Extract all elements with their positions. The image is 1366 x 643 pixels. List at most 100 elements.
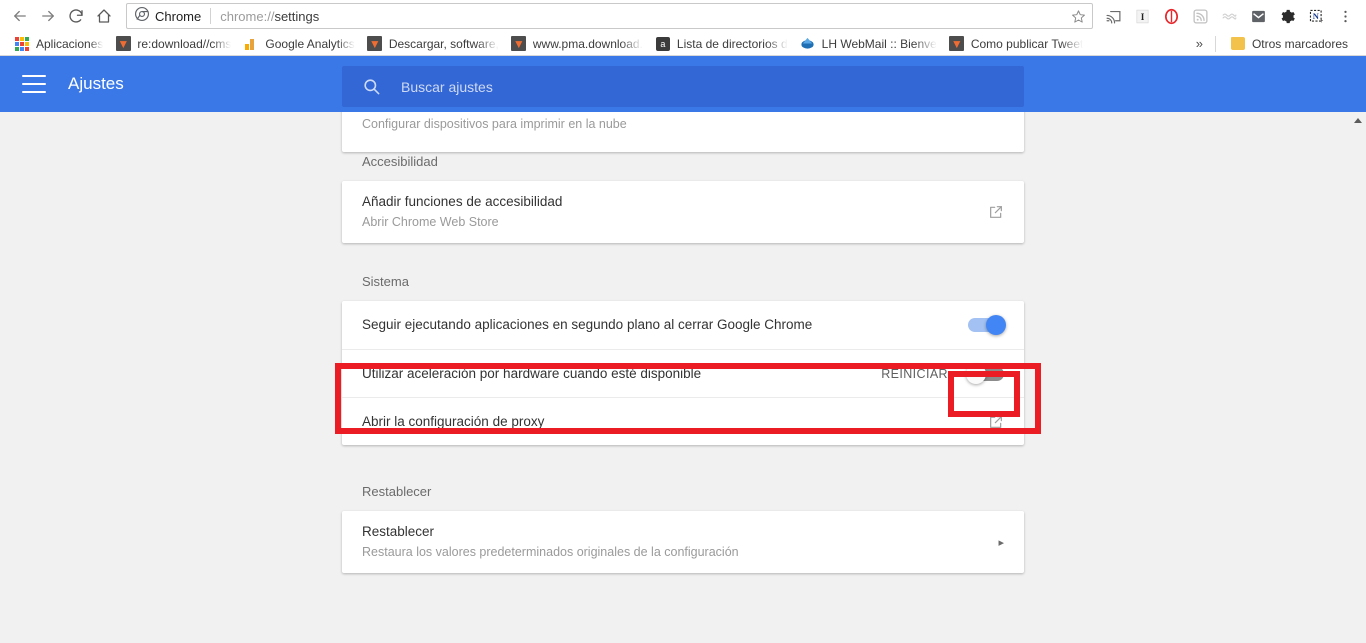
settings-search-box[interactable] <box>342 66 1024 107</box>
bookmark-label: re:download//cms <box>137 36 232 51</box>
bookmark-apps[interactable]: Aplicaciones <box>8 34 109 54</box>
hardware-acceleration-row[interactable]: Utilizar aceleración por hardware cuando… <box>342 349 1024 397</box>
address-bar[interactable]: Chrome chrome://settings <box>126 3 1093 29</box>
bookmark-label: Descargar, software, <box>388 36 499 51</box>
reset-section: Restablecer Restablecer Restaura los val… <box>342 484 1024 573</box>
folder-icon <box>1230 36 1246 52</box>
letter-a-favicon-icon: a <box>655 36 671 52</box>
gear-extension-icon[interactable] <box>1273 2 1302 30</box>
reload-icon[interactable] <box>62 2 90 30</box>
row-subtitle: Abrir Chrome Web Store <box>362 215 499 230</box>
origin-chip-label: Chrome <box>155 8 202 24</box>
url-path: settings <box>274 8 320 24</box>
chevron-right-icon: ▸ <box>998 536 1004 549</box>
bookmark-label: www.pma.download. <box>532 36 643 51</box>
gmail-m-extension-icon[interactable] <box>1244 2 1273 30</box>
background-apps-row[interactable]: Seguir ejecutando aplicaciones en segund… <box>342 301 1024 349</box>
wave-extension-icon[interactable] <box>1215 2 1244 30</box>
bookmark-item[interactable]: a Lista de directorios d <box>649 34 794 54</box>
svg-text:N: N <box>1313 10 1320 20</box>
origin-chip: Chrome <box>135 6 202 26</box>
row-subtitle: Restaura los valores predeterminados ori… <box>362 545 739 560</box>
row-text: Restablecer Restaura los valores predete… <box>362 514 986 570</box>
card: Configurar dispositivos para imprimir en… <box>342 112 1024 152</box>
proxy-settings-row[interactable]: Abrir la configuración de proxy <box>342 397 1024 445</box>
firefox-favicon-icon: ▼ <box>949 36 965 51</box>
bookmark-item[interactable]: ▼ re:download//cms <box>109 34 237 54</box>
bookmark-item[interactable]: ▼ www.pma.download. <box>505 34 649 54</box>
bookmark-star-icon[interactable] <box>1071 9 1086 24</box>
row-title: Añadir funciones de accesibilidad <box>362 193 563 209</box>
section-label-accessibility: Accesibilidad <box>362 154 438 169</box>
row-subtitle: Configurar dispositivos para imprimir en… <box>362 117 627 132</box>
svg-text:I: I <box>1141 12 1145 22</box>
row-title: Seguir ejecutando aplicaciones en segund… <box>362 317 813 333</box>
bookmarks-overflow-chevrons-icon[interactable]: » <box>1192 36 1207 51</box>
blue-diamond-favicon-icon <box>800 36 816 52</box>
row-text: Seguir ejecutando aplicaciones en segund… <box>362 307 968 343</box>
back-arrow-icon[interactable] <box>6 2 34 30</box>
cloud-print-row[interactable]: Configurar dispositivos para imprimir en… <box>342 112 1024 152</box>
bookmark-item[interactable]: LH WebMail :: Bienve <box>794 34 943 54</box>
firefox-favicon-icon: ▼ <box>115 36 131 51</box>
external-link-icon[interactable] <box>988 414 1004 430</box>
background-apps-toggle[interactable] <box>968 315 1006 335</box>
section-label-reset: Restablecer <box>362 484 432 499</box>
row-title: Utilizar aceleración por hardware cuando… <box>362 365 702 381</box>
external-link-icon[interactable] <box>988 204 1004 220</box>
bookmarks-overflow-area: » Otros marcadores <box>1192 34 1358 54</box>
google-analytics-favicon-icon <box>243 36 259 52</box>
chrome-menu-icon[interactable] <box>1331 2 1360 30</box>
bookmark-label: Otros marcadores <box>1251 36 1348 51</box>
hamburger-menu-icon[interactable] <box>22 75 46 93</box>
omnibox-divider <box>210 8 212 24</box>
bookmark-label: Como publicar Tweet <box>970 36 1084 51</box>
bookmark-item[interactable]: ▼ Descargar, software, <box>361 34 505 54</box>
forward-arrow-icon[interactable] <box>34 2 62 30</box>
search-input[interactable] <box>401 66 1024 107</box>
extension-toolbar: I N + <box>1099 2 1360 30</box>
row-text: Abrir la configuración de proxy <box>362 404 976 440</box>
restart-button[interactable]: REINICIAR <box>881 367 948 381</box>
home-icon[interactable] <box>90 2 118 30</box>
section-label-system: Sistema <box>362 274 409 289</box>
card: Restablecer Restaura los valores predete… <box>342 511 1024 573</box>
row-text: Configurar dispositivos para imprimir en… <box>362 112 1004 142</box>
row-title: Abrir la configuración de proxy <box>362 413 545 429</box>
bookmarks-divider <box>1214 35 1216 52</box>
row-text: Añadir funciones de accesibilidad Abrir … <box>362 184 976 240</box>
firefox-favicon-icon: ▼ <box>511 36 527 51</box>
bookmark-other-folder[interactable]: Otros marcadores <box>1224 34 1354 54</box>
address-bar-url[interactable]: chrome://settings <box>220 9 1065 24</box>
card: Añadir funciones de accesibilidad Abrir … <box>342 181 1024 243</box>
bookmark-item[interactable]: ▼ Como publicar Tweet <box>943 34 1090 54</box>
card: Seguir ejecutando aplicaciones en segund… <box>342 301 1024 445</box>
search-icon <box>362 77 381 96</box>
italic-i-extension-icon[interactable]: I <box>1128 2 1157 30</box>
rss-feed-extension-icon[interactable] <box>1186 2 1215 30</box>
accessibility-webstore-row[interactable]: Añadir funciones de accesibilidad Abrir … <box>342 181 1024 243</box>
cast-icon[interactable] <box>1099 2 1128 30</box>
evernote-n-extension-icon[interactable]: N + <box>1302 2 1331 30</box>
browser-toolbar: Chrome chrome://settings I N + <box>0 0 1366 32</box>
system-section: Sistema Seguir ejecutando aplicaciones e… <box>342 274 1024 445</box>
bookmarks-bar: Aplicaciones ▼ re:download//cms Google A… <box>0 32 1366 56</box>
page-title: Ajustes <box>68 74 124 93</box>
reset-settings-row[interactable]: Restablecer Restaura los valores predete… <box>342 511 1024 573</box>
scroll-up-arrow-icon[interactable] <box>1354 118 1362 123</box>
bookmark-label: Google Analytics <box>265 36 355 51</box>
chevron-right-icon: ▸ <box>998 112 1004 115</box>
firefox-favicon-icon: ▼ <box>367 36 383 51</box>
page-scrollbar[interactable] <box>1350 112 1366 643</box>
url-prefix: chrome:// <box>220 8 275 24</box>
row-text: Utilizar aceleración por hardware cuando… <box>362 356 881 392</box>
hardware-acceleration-toggle[interactable] <box>966 363 1004 384</box>
accessibility-section: Accesibilidad Añadir funciones de accesi… <box>342 154 1024 243</box>
row-title: Restablecer <box>362 523 435 539</box>
opera-o-extension-icon[interactable] <box>1157 2 1186 30</box>
svg-text:+: + <box>1320 17 1324 24</box>
chrome-logo-icon <box>135 6 149 26</box>
apps-grid-icon <box>14 36 30 52</box>
bookmark-item[interactable]: Google Analytics <box>237 34 360 54</box>
bookmark-label: Lista de directorios d <box>676 36 788 51</box>
